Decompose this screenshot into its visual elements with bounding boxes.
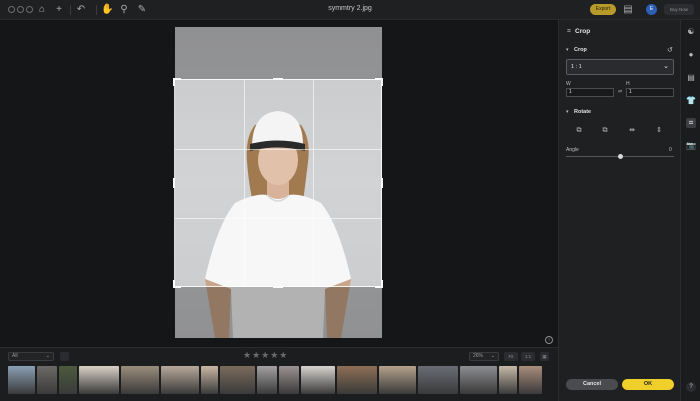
crop-grid-line	[313, 80, 314, 286]
crop-grid-line	[175, 149, 381, 150]
tool-rail: ☯ ● ▤ 👕 ⌗ 📷 ?	[680, 20, 700, 401]
crop-frame[interactable]	[173, 78, 383, 288]
user-avatar[interactable]: E	[646, 4, 657, 15]
filmstrip-thumbnail[interactable]	[301, 366, 335, 394]
crop-grid-line	[244, 80, 245, 286]
crop-handle-left[interactable]	[173, 178, 175, 188]
cancel-button[interactable]: Cancel	[566, 379, 618, 390]
filmstrip-thumbnail[interactable]	[79, 366, 119, 394]
title-bar: ⌂ + ↶ ✋ ⚲ ✎ symmtry 2.jpg Export ▤ E Buy…	[0, 0, 700, 20]
collapse-crop-icon[interactable]: ▾	[566, 47, 569, 53]
filmstrip-thumbnail[interactable]	[201, 366, 218, 394]
color-icon[interactable]: ●	[686, 50, 696, 60]
crop-section-title: Crop	[574, 47, 587, 53]
chevron-down-icon: ⌄	[663, 63, 669, 70]
filter-value: All	[12, 353, 18, 359]
filmstrip-thumbnail[interactable]	[279, 366, 299, 394]
filter-options-icon[interactable]	[60, 352, 69, 361]
crop-icon: ⌗	[567, 28, 571, 35]
fit-button[interactable]: Fit	[504, 352, 518, 361]
crop-handle-bottom-right[interactable]	[375, 280, 383, 288]
layers-icon[interactable]: ▤	[686, 73, 696, 83]
width-input[interactable]: 1	[566, 88, 614, 97]
rotate-section-title: Rotate	[574, 109, 592, 115]
flip-vertical-icon[interactable]: ⇕	[655, 127, 663, 135]
flip-horizontal-icon[interactable]: ⇹	[628, 127, 636, 135]
rotate-left-icon[interactable]: ⧉	[575, 127, 583, 135]
crop-handle-top-right[interactable]	[375, 78, 383, 86]
crop-shade-top	[175, 27, 382, 79]
filmstrip-thumbnail[interactable]	[161, 366, 199, 394]
filmstrip-thumbnail[interactable]	[460, 366, 497, 394]
chevron-down-icon: ⌄	[490, 353, 495, 359]
buy-now-button[interactable]: Buy Now	[664, 4, 694, 15]
filter-select[interactable]: All ⌄	[8, 352, 54, 361]
panel-title: Crop	[575, 28, 591, 35]
panel-toggle-icon[interactable]: ▤	[622, 4, 634, 16]
crop-handle-right[interactable]	[381, 178, 383, 188]
crop-handle-top-left[interactable]	[173, 78, 181, 86]
camera-icon[interactable]: 📷	[686, 141, 696, 151]
crop-handle-bottom[interactable]	[273, 286, 283, 288]
filmstrip-thumbnail[interactable]	[379, 366, 416, 394]
export-button[interactable]: Export	[590, 4, 616, 15]
filmstrip-thumbnail[interactable]	[8, 366, 35, 394]
chevron-down-icon: ⌄	[45, 353, 50, 359]
adjust-icon[interactable]: ☯	[686, 27, 696, 37]
reset-icon[interactable]: ↺	[667, 46, 673, 54]
height-label: H	[626, 81, 630, 87]
filmstrip-thumbnail[interactable]	[37, 366, 57, 394]
angle-value: 0	[669, 147, 672, 153]
crop-tool-icon[interactable]: ⌗	[686, 118, 696, 128]
crop-handle-top[interactable]	[273, 78, 283, 80]
filmstrip-bar: All ⌄ ★★★★★ 26% ⌄ Fit 1:1 ▦	[0, 347, 558, 401]
collapse-rotate-icon[interactable]: ▾	[566, 109, 569, 115]
aspect-ratio-select[interactable]: 1 : 1 ⌄	[566, 59, 674, 75]
shirt-icon[interactable]: 👕	[686, 96, 696, 106]
rotate-right-icon[interactable]: ⧉	[601, 127, 609, 135]
angle-slider-handle[interactable]	[617, 154, 623, 159]
aspect-ratio-value: 1 : 1	[571, 64, 582, 70]
filmstrip-thumbnail[interactable]	[519, 366, 542, 394]
zoom-value: 26%	[473, 353, 484, 359]
one-to-one-button[interactable]: 1:1	[521, 352, 535, 361]
ok-button[interactable]: OK	[622, 379, 674, 390]
grid-view-icon[interactable]: ▦	[540, 352, 549, 361]
crop-shade-bottom	[175, 287, 382, 338]
info-icon[interactable]: i	[545, 336, 553, 344]
filmstrip-thumbnail[interactable]	[337, 366, 377, 394]
rating-stars[interactable]: ★★★★★	[243, 350, 288, 361]
height-input[interactable]: 1	[626, 88, 674, 97]
filmstrip-thumbnail[interactable]	[257, 366, 277, 394]
zoom-select[interactable]: 26% ⌄	[469, 352, 499, 361]
filmstrip-thumbnail[interactable]	[59, 366, 77, 394]
filmstrip-thumbnail[interactable]	[220, 366, 255, 394]
filmstrip-thumbnail[interactable]	[121, 366, 159, 394]
image-canvas[interactable]: i	[0, 20, 558, 347]
filmstrip-thumbnail[interactable]	[499, 366, 517, 394]
help-button[interactable]: ?	[686, 382, 696, 392]
width-label: W	[566, 81, 571, 87]
angle-label: Angle	[566, 147, 579, 153]
crop-grid-line	[175, 218, 381, 219]
crop-panel: ⌗ Crop ▾ Crop ↺ 1 : 1 ⌄ W H 1 ⇄ 1 ▾ Rota…	[558, 20, 680, 401]
crop-handle-bottom-left[interactable]	[173, 280, 181, 288]
link-icon[interactable]: ⇄	[618, 89, 622, 95]
filmstrip-thumbnail[interactable]	[418, 366, 458, 394]
